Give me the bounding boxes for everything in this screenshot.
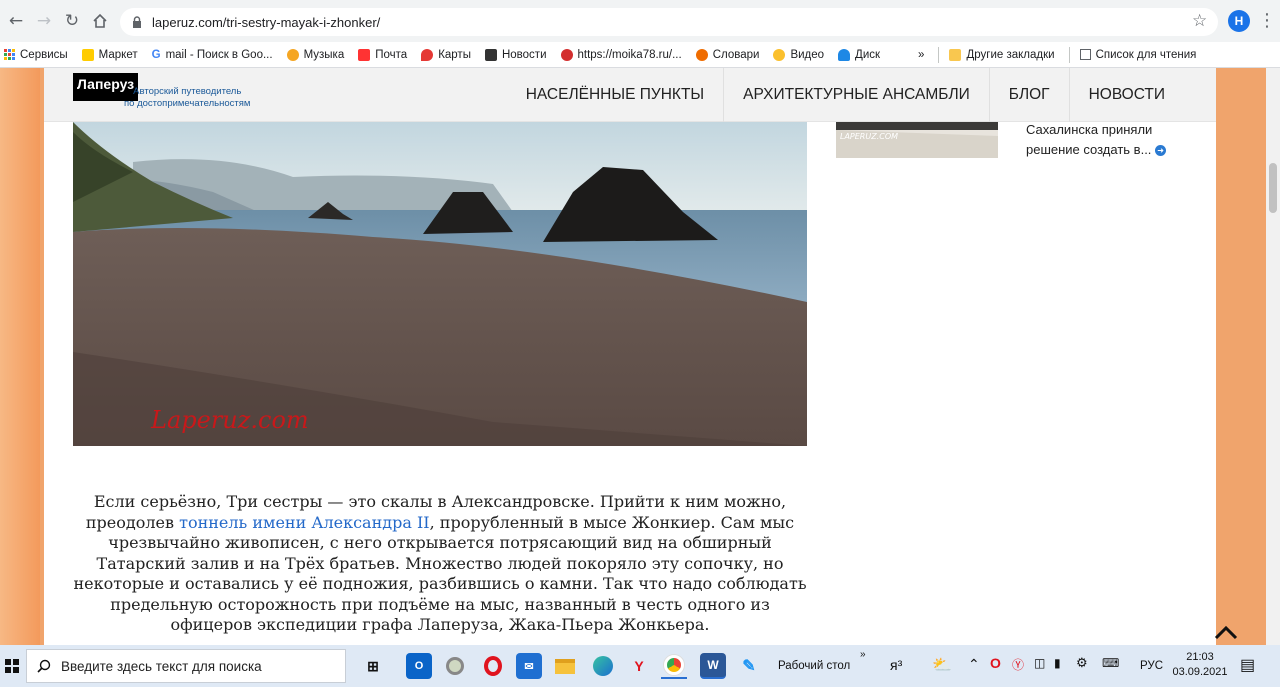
word-icon[interactable]: W [700,653,726,679]
tray-chevron-up-icon[interactable]: ⌃ [968,656,980,673]
task-view-icon[interactable]: ⊞ [360,653,386,679]
url-text: laperuz.com/tri-sestry-mayak-i-zhonker/ [152,14,381,30]
search-placeholder: Введите здесь текст для поиска [61,658,262,674]
bookmarks-divider [1068,46,1070,63]
chrome-icon[interactable] [661,653,687,679]
bookmarks-divider [938,46,940,63]
forward-icon[interactable]: → [32,9,56,33]
mail-icon [358,48,371,61]
bookmark-mail-search[interactable]: Gmail - Поиск в Goo... [152,49,273,61]
windows-start-icon[interactable] [0,645,24,687]
lock-icon [130,15,144,29]
bookmark-mail[interactable]: Почта [358,48,407,61]
bookmark-video[interactable]: Видео [773,48,824,61]
bookmark-moika78[interactable]: https://moika78.ru/... [560,48,682,61]
music-icon [286,48,299,61]
windows-taskbar: Введите здесь текст для поиска ⊞ O ✉ Y W… [0,645,1280,687]
edge-icon[interactable] [590,653,616,679]
network-icon[interactable]: ⚙ [1076,655,1088,671]
bookmark-other[interactable]: Другие закладки [949,48,1055,61]
address-bar[interactable]: laperuz.com/tri-sestry-mayak-i-zhonker/ [120,8,1218,36]
tray-disk-icon[interactable]: ◫ [1034,656,1045,670]
main-nav: НАСЕЛЁННЫЕ ПУНКТЫ АРХИТЕКТУРНЫЕ АНСАМБЛИ… [507,68,1184,122]
play-icon [773,48,786,61]
moika-icon [560,48,573,61]
apps-grid-icon [4,49,15,60]
opera-icon[interactable] [480,653,506,679]
article-photo: Laperuz.com [73,122,807,446]
reading-list-icon [1079,49,1091,60]
map-pin-icon [421,48,434,61]
profile-avatar[interactable]: H [1228,10,1250,32]
bookmarks-bar: Сервисы Маркет Gmail - Поиск в Goo... Му… [0,42,1280,68]
system-clock[interactable]: 21:03 03.09.2021 [1172,650,1228,680]
cloud-icon [838,48,851,61]
tunnel-link[interactable]: тоннель имени Александра II [179,513,430,532]
bookmark-maps[interactable]: Карты [421,48,471,61]
app-circle-icon[interactable] [442,653,468,679]
people-icon[interactable]: я³ [890,657,902,673]
bookmark-star-icon[interactable]: ☆ [1192,11,1207,31]
nav-news[interactable]: НОВОСТИ [1068,68,1184,122]
sidebar-thumbnail[interactable]: LAPERUZ.COM [836,122,998,158]
folder-icon [949,48,962,61]
thumb-watermark: LAPERUZ.COM [840,132,898,141]
market-icon [81,48,94,61]
reading-list[interactable]: Список для чтения [1079,49,1196,61]
desktop-toolbar-label[interactable]: Рабочий стол [778,660,850,672]
bookmark-music[interactable]: Музыка [286,48,344,61]
notifications-icon[interactable]: ▤ [1240,655,1255,675]
menu-kebab-icon[interactable]: ⋮ [1258,10,1276,31]
site-header: Лаперуз Авторский путеводитель по достоп… [44,68,1216,122]
chevron-up-icon [1214,625,1238,640]
weather-icon[interactable]: ⛅ [932,655,952,675]
bookmarks-overflow[interactable]: » [918,49,924,61]
keyboard-icon[interactable]: ⌨ [1102,656,1119,670]
nav-architecture[interactable]: АРХИТЕКТУРНЫЕ АНСАМБЛИ [723,68,989,122]
outlook-icon[interactable]: O [406,653,432,679]
browser-toolbar: ← → ↻ laperuz.com/tri-sestry-mayak-i-zho… [0,0,1280,42]
reload-icon[interactable]: ↻ [60,9,84,33]
back-icon[interactable]: ← [4,9,28,33]
bookmark-market[interactable]: Маркет [81,48,138,61]
article-paragraph: Если серьёзно, Три сестры — это скалы в … [73,492,807,634]
scrollbar-thumb[interactable] [1269,163,1277,213]
bookmark-services[interactable]: Сервисы [4,49,68,61]
tray-opera-icon[interactable]: O [990,655,1001,671]
google-icon: G [151,48,161,61]
web-page: Лаперуз Авторский путеводитель по достоп… [0,68,1280,645]
file-explorer-icon[interactable] [552,653,578,679]
bookmark-news[interactable]: Новости [484,48,547,61]
news-icon [484,48,497,61]
sidebar-post-excerpt[interactable]: Сахалинска приняли решение создать в... … [1026,120,1206,160]
bookmark-disk[interactable]: Диск [838,48,880,61]
search-icon [37,659,51,673]
home-icon[interactable] [88,9,112,33]
taskbar-search[interactable]: Введите здесь текст для поиска [26,649,346,683]
nav-settlements[interactable]: НАСЕЛЁННЫЕ ПУНКТЫ [507,68,723,122]
bookmark-dictionaries[interactable]: Словари [695,48,759,61]
mail-app-icon[interactable]: ✉ [516,653,542,679]
yandex-browser-icon[interactable]: Y [626,653,652,679]
toolbar-overflow-icon[interactable]: » [860,649,866,660]
read-more-icon[interactable]: ➜ [1155,145,1167,157]
page-scrollbar[interactable] [1266,68,1280,645]
language-indicator[interactable]: РУС [1140,660,1163,672]
dictionary-icon [695,48,708,61]
battery-icon[interactable]: ▮ [1054,656,1061,670]
tray-yandex-icon[interactable]: Ⓨ [1012,656,1024,673]
site-tagline: Авторский путеводитель по достопримечате… [124,86,251,109]
photo-watermark: Laperuz.com [150,406,309,434]
nav-blog[interactable]: БЛОГ [988,68,1069,122]
scroll-to-top-button[interactable] [1212,620,1240,644]
paint-icon[interactable]: ✎ [736,653,762,679]
